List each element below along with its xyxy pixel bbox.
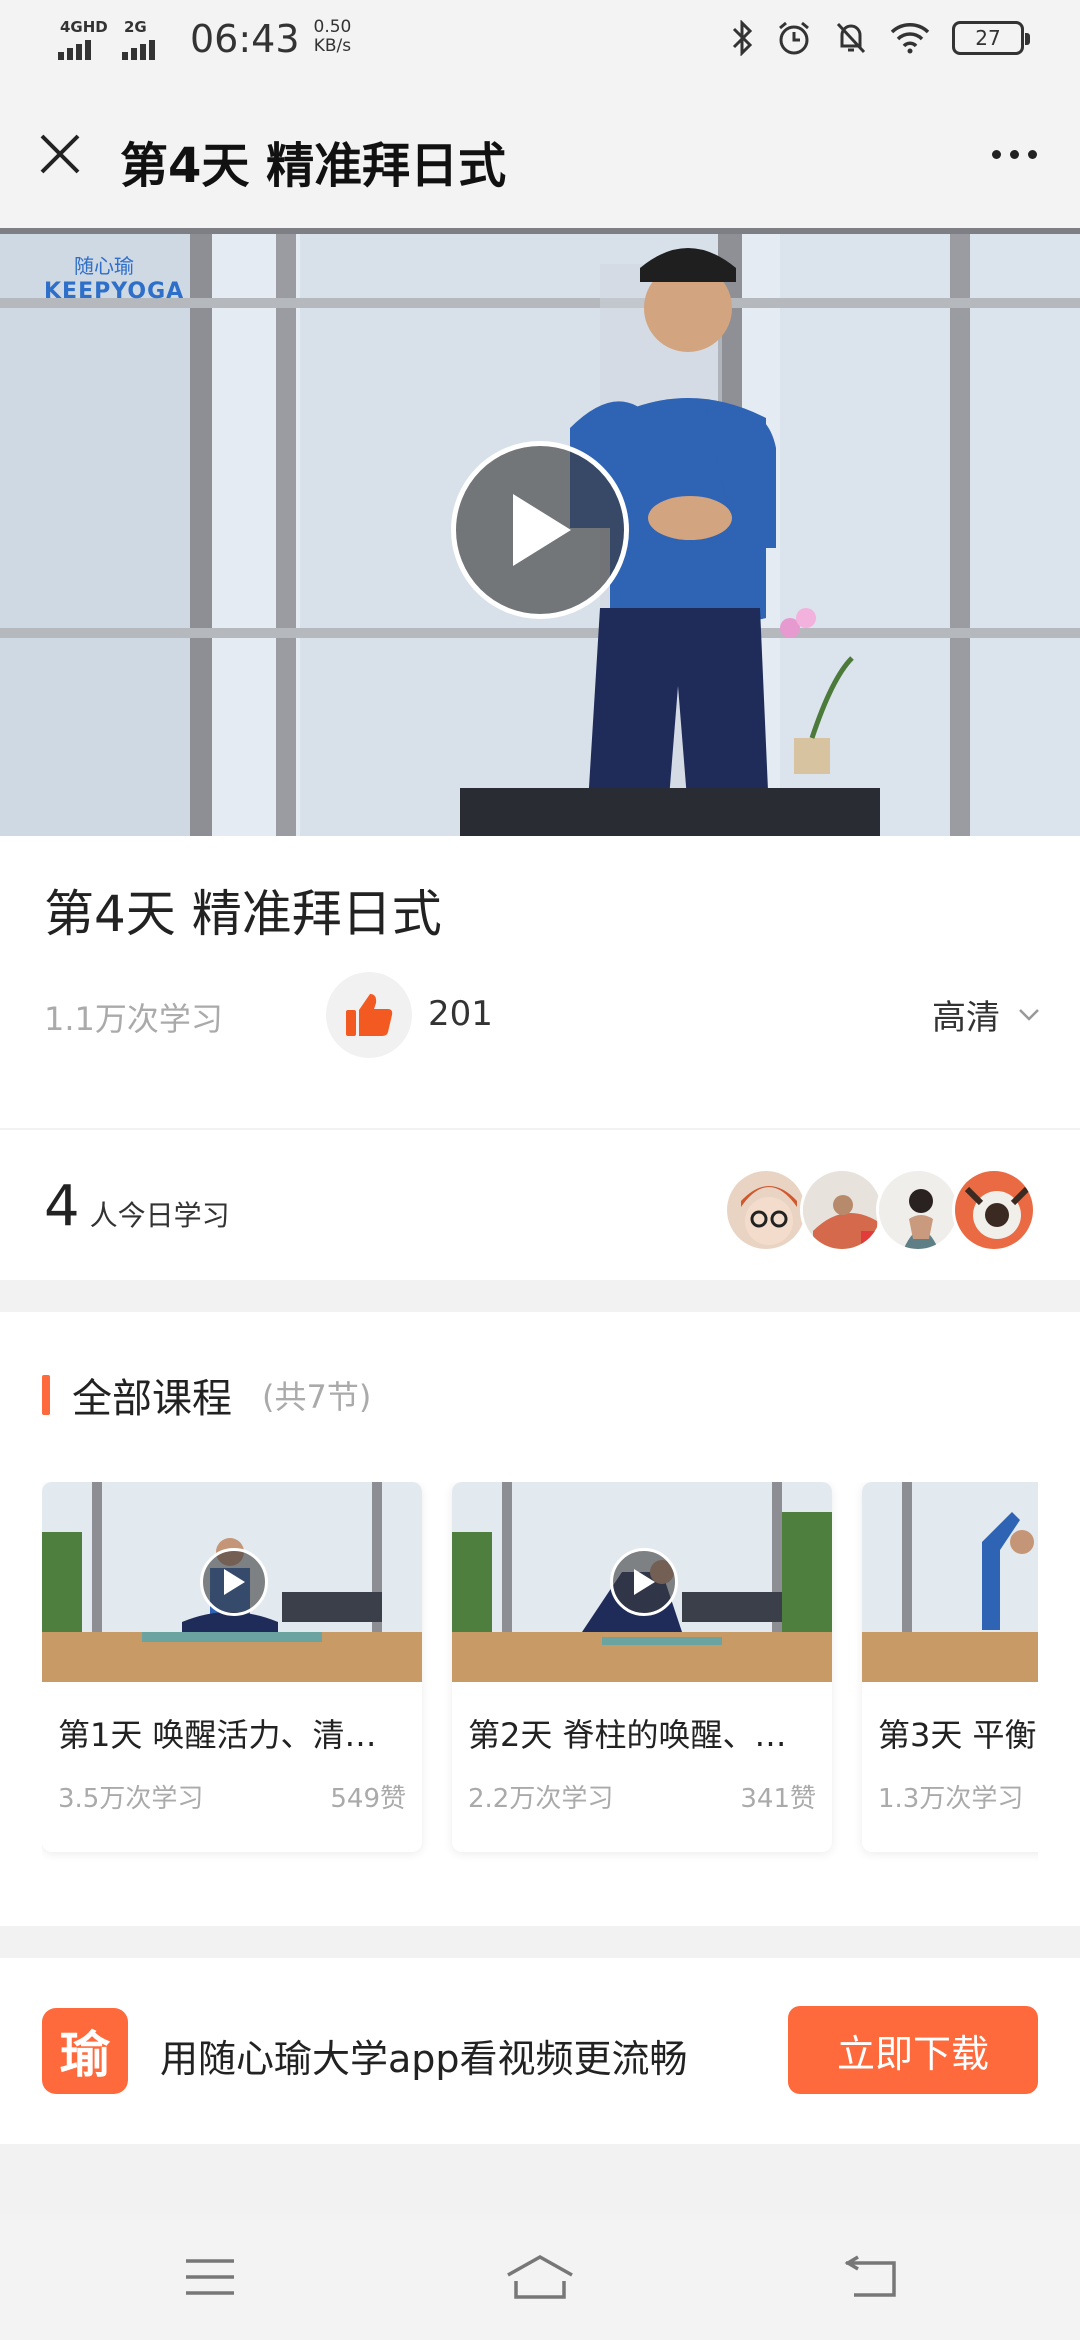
bluetooth-icon [732,20,753,56]
alarm-icon [779,21,809,55]
course-title: 第3天 平衡 [878,1716,1037,1754]
avatar[interactable] [724,1168,808,1252]
video-watermark: 随心瑜 KEEPYOGA [44,254,185,304]
avatar[interactable] [952,1168,1036,1252]
home-button[interactable] [500,2242,580,2312]
download-banner: 瑜 用随心瑜大学app看视频更流畅 立即下载 [0,1958,1080,2144]
avatar[interactable] [800,1168,884,1252]
section-accent-bar [42,1375,50,1415]
course-carousel[interactable]: 第1天 唤醒活力、清… 3.5万次学习 549赞 第2天 脊柱的唤醒、… 2.2… [42,1482,1038,1862]
status-bar: 4GHD 2G 06:43 0.50 KB/s 27 [0,0,1080,82]
play-icon [513,494,571,566]
network-type-1: 4GHD [60,18,108,36]
video-player[interactable]: 随心瑜 KEEPYOGA [0,228,1080,836]
close-button[interactable] [28,122,92,186]
play-button[interactable] [451,441,629,619]
chevron-down-icon [1019,1008,1039,1021]
course-card[interactable]: 第2天 脊柱的唤醒、… 2.2万次学习 341赞 [452,1482,832,1852]
signal-icon: 4GHD [58,18,108,60]
section-title: 全部课程 [72,1376,232,1422]
play-button[interactable] [200,1548,268,1616]
course-likes: 549赞 [330,1784,406,1814]
lesson-title: 第4天 精准拜日式 [44,885,442,943]
network-type-2: 2G [124,18,147,36]
course-thumbnail [42,1482,422,1682]
course-views: 3.5万次学习 [58,1784,204,1814]
play-button[interactable] [610,1548,678,1616]
play-icon [224,1569,245,1595]
system-nav-bar [0,2214,1080,2340]
course-likes: 341赞 [740,1784,816,1814]
like-button[interactable] [326,972,412,1058]
wifi-icon [890,23,930,54]
view-count: 1.1万次学习 [44,1000,223,1038]
course-thumbnail [452,1482,832,1682]
play-icon [634,1569,655,1595]
avatar[interactable] [876,1168,960,1252]
section-count: (共7节) [262,1378,372,1416]
learner-label: 人今日学习 [89,1199,230,1232]
more-button[interactable] [978,122,1050,186]
course-section: 全部课程 (共7节) 第1天 唤醒活力、清… 3.5万次学习 549赞 第2天 … [0,1312,1080,1926]
battery-icon: 27 [952,21,1030,55]
course-views: 1.3万次学习 [878,1784,1024,1814]
course-card[interactable]: 第1天 唤醒活力、清… 3.5万次学习 549赞 [42,1482,422,1852]
home-icon [507,2254,573,2299]
title-bar: 第4天 精准拜日式 [0,82,1080,228]
like-count: 201 [428,994,493,1034]
clock: 06:43 [190,17,300,61]
mute-icon [836,22,866,54]
app-logo: 瑜 [42,2008,128,2094]
network-speed: 0.50 KB/s [313,17,352,56]
signal-icon: 2G [122,18,172,60]
menu-icon [186,2259,234,2295]
course-title: 第2天 脊柱的唤醒、… [468,1716,787,1754]
course-thumbnail [862,1482,1038,1682]
course-title: 第1天 唤醒活力、清… [58,1716,377,1754]
avatar-list[interactable] [724,1168,1036,1252]
download-text: 用随心瑜大学app看视频更流畅 [160,2037,688,2081]
back-button[interactable] [830,2242,910,2312]
thumbs-up-icon [346,994,393,1036]
learner-count: 4 [44,1174,80,1239]
quality-label: 高清 [932,998,1000,1038]
close-icon [40,134,80,174]
course-card[interactable]: 第3天 平衡 1.3万次学习 [862,1482,1038,1852]
quality-selector[interactable]: 高清 [932,990,1040,1039]
course-views: 2.2万次学习 [468,1784,614,1814]
lesson-info: 第4天 精准拜日式 1.1万次学习 201 高清 [0,836,1080,1128]
page-title: 第4天 精准拜日式 [120,138,507,194]
menu-button[interactable] [170,2242,250,2312]
today-learners: 4 人今日学习 [0,1130,1080,1280]
download-button[interactable]: 立即下载 [788,2006,1038,2094]
back-icon [844,2255,896,2297]
